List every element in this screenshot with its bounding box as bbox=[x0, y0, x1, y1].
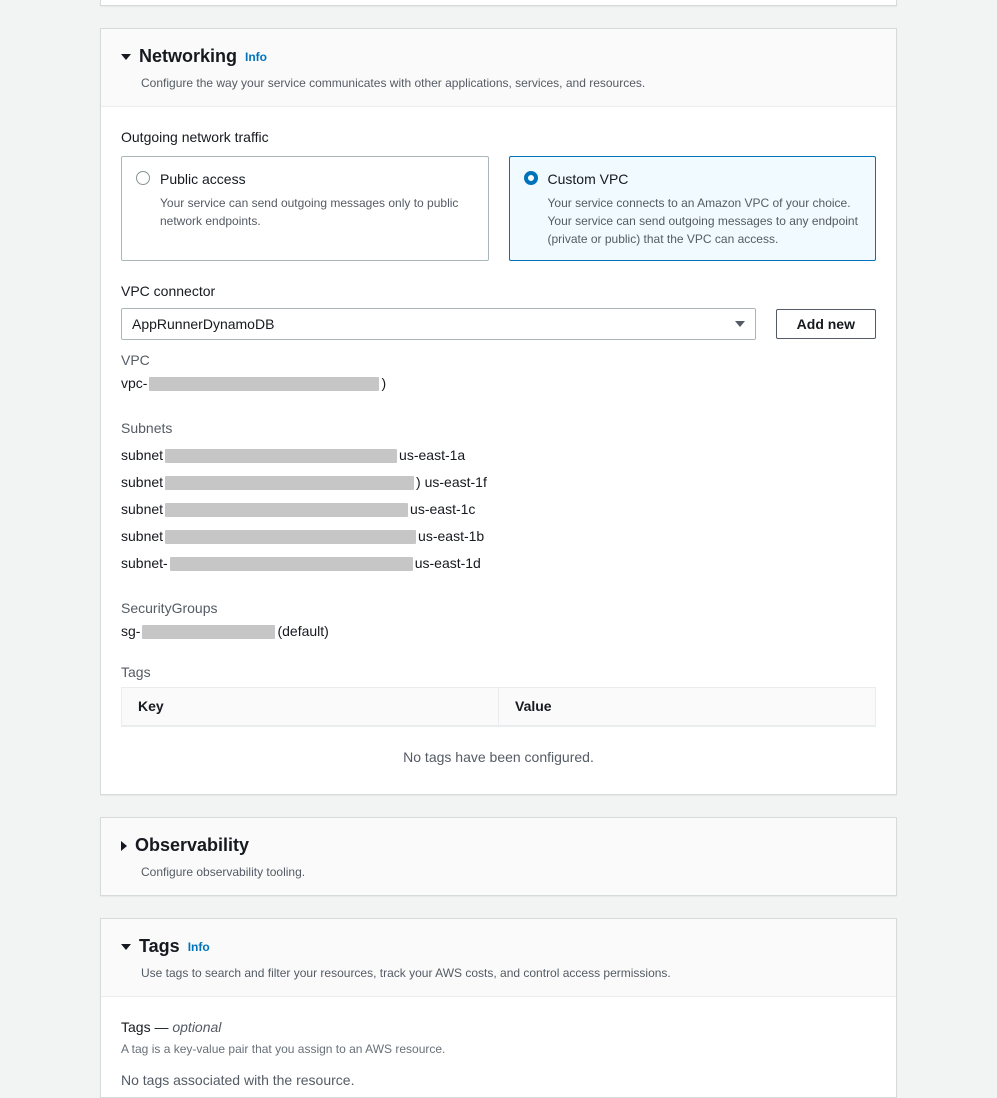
subnet-prefix: subnet- bbox=[121, 553, 168, 574]
tags-title: Tags bbox=[139, 933, 180, 960]
subnet-row: subnet ) us-east-1f bbox=[121, 472, 876, 493]
tags-info-link[interactable]: Info bbox=[188, 938, 210, 956]
chevron-down-icon bbox=[735, 321, 745, 327]
custom-vpc-title: Custom VPC bbox=[548, 169, 862, 190]
add-new-button[interactable]: Add new bbox=[776, 309, 876, 339]
vpc-connector-label: VPC connector bbox=[121, 281, 876, 302]
tags-th-key: Key bbox=[122, 688, 498, 725]
networking-body: Outgoing network traffic Public access Y… bbox=[101, 107, 896, 794]
chevron-right-icon bbox=[121, 841, 127, 851]
vpc-connector-value: AppRunnerDynamoDB bbox=[132, 314, 274, 335]
subnet-zone: us-east-1c bbox=[410, 499, 475, 520]
tags-panel: Tags Info Use tags to search and filter … bbox=[100, 918, 897, 1098]
subnet-prefix: subnet bbox=[121, 445, 163, 466]
vpc-value: vpc- ) bbox=[121, 373, 876, 394]
networking-info-link[interactable]: Info bbox=[245, 48, 267, 66]
sg-prefix: sg- bbox=[121, 621, 140, 642]
tags-empty-message: No tags have been configured. bbox=[121, 727, 876, 774]
vpc-suffix: ) bbox=[381, 373, 386, 394]
vpc-prefix: vpc- bbox=[121, 373, 147, 394]
public-access-option[interactable]: Public access Your service can send outg… bbox=[121, 156, 489, 261]
subnet-row: subnet us-east-1a bbox=[121, 445, 876, 466]
tags-optional-heading: Tags — optional bbox=[121, 1017, 876, 1038]
tags-header[interactable]: Tags Info Use tags to search and filter … bbox=[101, 919, 896, 997]
tags-desc: A tag is a key-value pair that you assig… bbox=[121, 1040, 876, 1058]
redacted-value bbox=[165, 476, 414, 490]
tags-th-value: Value bbox=[498, 688, 875, 725]
radio-unchecked-icon bbox=[136, 171, 150, 185]
subnets-label: Subnets bbox=[121, 418, 876, 439]
tags-table: Key Value bbox=[121, 687, 876, 727]
observability-panel: Observability Configure observability to… bbox=[100, 817, 897, 896]
subnet-prefix: subnet bbox=[121, 526, 163, 547]
sg-suffix: (default) bbox=[277, 621, 328, 642]
subnet-prefix: subnet bbox=[121, 499, 163, 520]
security-group-value: sg- (default) bbox=[121, 621, 876, 642]
observability-subtitle: Configure observability tooling. bbox=[141, 863, 876, 881]
redacted-value bbox=[165, 530, 416, 544]
vpc-connector-select[interactable]: AppRunnerDynamoDB bbox=[121, 308, 756, 340]
chevron-down-icon bbox=[121, 944, 131, 950]
redacted-value bbox=[165, 449, 397, 463]
subnet-zone: us-east-1b bbox=[418, 526, 484, 547]
subnet-row: subnet- us-east-1d bbox=[121, 553, 876, 574]
subnet-zone: ) us-east-1f bbox=[416, 472, 487, 493]
redacted-value bbox=[142, 625, 275, 639]
outgoing-traffic-label: Outgoing network traffic bbox=[121, 127, 876, 148]
custom-vpc-desc: Your service connects to an Amazon VPC o… bbox=[548, 194, 862, 248]
redacted-value bbox=[149, 377, 379, 391]
tags-heading-text: Tags — bbox=[121, 1019, 168, 1035]
custom-vpc-option[interactable]: Custom VPC Your service connects to an A… bbox=[509, 156, 877, 261]
previous-panel-edge bbox=[100, 0, 897, 6]
networking-title: Networking bbox=[139, 43, 237, 70]
vpc-label: VPC bbox=[121, 350, 876, 371]
radio-checked-icon bbox=[524, 171, 538, 185]
chevron-down-icon bbox=[121, 54, 131, 60]
networking-panel: Networking Info Configure the way your s… bbox=[100, 28, 897, 795]
tags-optional-text: optional bbox=[168, 1019, 221, 1035]
observability-header[interactable]: Observability Configure observability to… bbox=[101, 818, 896, 895]
security-groups-label: SecurityGroups bbox=[121, 598, 876, 619]
tags-body: Tags — optional A tag is a key-value pai… bbox=[101, 997, 896, 1097]
subnet-zone: us-east-1d bbox=[415, 553, 481, 574]
networking-header[interactable]: Networking Info Configure the way your s… bbox=[101, 29, 896, 107]
observability-title: Observability bbox=[135, 832, 249, 859]
tags-subtitle: Use tags to search and filter your resou… bbox=[141, 964, 876, 982]
subnet-prefix: subnet bbox=[121, 472, 163, 493]
public-access-title: Public access bbox=[160, 169, 474, 190]
redacted-value bbox=[165, 503, 408, 517]
redacted-value bbox=[170, 557, 413, 571]
tags-label: Tags bbox=[121, 662, 876, 683]
public-access-desc: Your service can send outgoing messages … bbox=[160, 194, 474, 230]
networking-subtitle: Configure the way your service communica… bbox=[141, 74, 876, 92]
subnet-row: subnet us-east-1b bbox=[121, 526, 876, 547]
subnet-row: subnet us-east-1c bbox=[121, 499, 876, 520]
subnet-zone: us-east-1a bbox=[399, 445, 465, 466]
no-tags-message: No tags associated with the resource. bbox=[121, 1070, 876, 1091]
